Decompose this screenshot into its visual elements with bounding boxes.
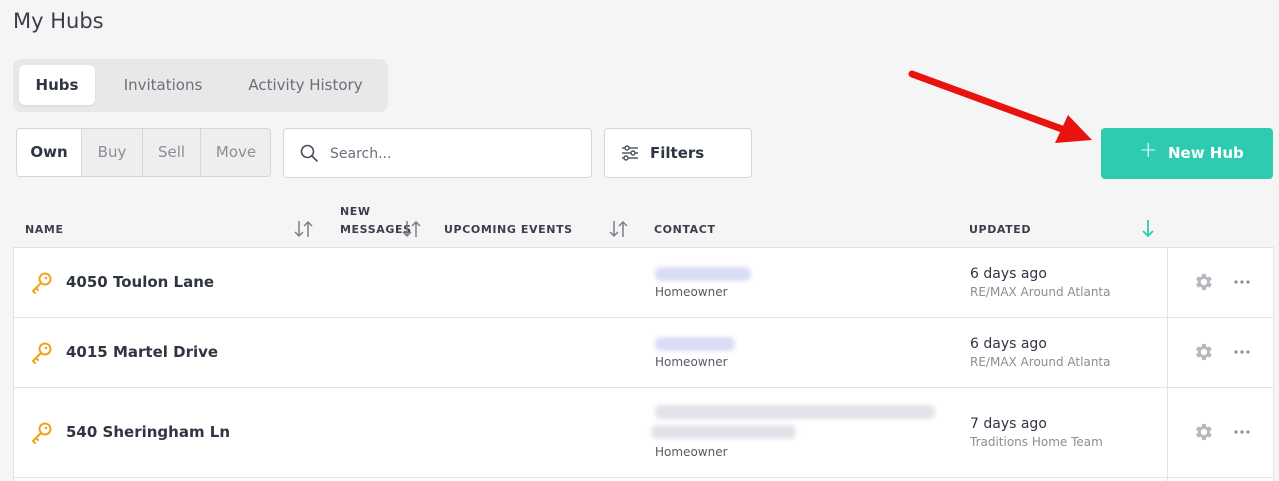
updated-time: 6 days ago	[970, 266, 1047, 282]
contact-role: Homeowner	[655, 355, 728, 369]
segment-sell[interactable]: Sell	[143, 129, 201, 176]
sort-name-icon[interactable]	[293, 219, 315, 239]
more-options-icon[interactable]	[1232, 349, 1252, 355]
column-header-name: NAME	[25, 223, 64, 236]
sort-new-messages-icon[interactable]	[401, 219, 423, 239]
ownership-segmented-control: Own Buy Sell Move	[16, 128, 271, 177]
updated-time: 6 days ago	[970, 336, 1047, 352]
sort-upcoming-events-icon[interactable]	[608, 219, 630, 239]
segment-buy[interactable]: Buy	[82, 129, 143, 176]
contact-name-redacted	[655, 337, 735, 351]
sort-updated-desc-icon[interactable]	[1137, 219, 1159, 239]
column-header-contact: CONTACT	[654, 223, 716, 236]
contact-name-redacted	[651, 425, 796, 439]
plus-icon: +	[1139, 138, 1158, 163]
sliders-icon	[622, 145, 638, 161]
gear-icon[interactable]	[1192, 271, 1214, 293]
hub-name[interactable]: 4050 Toulon Lane	[66, 273, 214, 291]
segment-own[interactable]: Own	[17, 129, 82, 176]
column-header-new-line1: NEW	[340, 205, 371, 218]
column-header-updated: UPDATED	[969, 223, 1032, 236]
more-options-icon[interactable]	[1232, 279, 1252, 285]
annotation-arrow-icon	[908, 70, 1092, 143]
hub-name[interactable]: 4015 Martel Drive	[66, 343, 218, 361]
tab-invitations[interactable]: Invitations	[113, 65, 213, 105]
contact-role: Homeowner	[655, 285, 728, 299]
new-hub-label: New Hub	[1168, 144, 1244, 162]
contact-role: Homeowner	[655, 445, 728, 459]
agency-name: RE/MAX Around Atlanta	[970, 285, 1111, 299]
gear-icon[interactable]	[1192, 421, 1214, 443]
table-row[interactable]: 4050 Toulon Lane Homeowner 6 days ago RE…	[14, 248, 1273, 318]
tab-hubs[interactable]: Hubs	[19, 65, 95, 105]
table-row[interactable]: 540 Sheringham Ln Homeowner 7 days ago T…	[14, 388, 1273, 478]
contact-name-redacted	[655, 267, 751, 281]
tab-activity-history[interactable]: Activity History	[238, 65, 373, 105]
more-options-icon[interactable]	[1232, 429, 1252, 435]
table-row[interactable]: 4015 Martel Drive Homeowner 6 days ago R…	[14, 318, 1273, 388]
tab-bar: Hubs Invitations Activity History	[13, 59, 388, 112]
gear-icon[interactable]	[1192, 341, 1214, 363]
search-icon	[300, 144, 318, 162]
column-header-upcoming-events: UPCOMING EVENTS	[444, 223, 573, 236]
filters-label: Filters	[650, 144, 705, 162]
contact-name-redacted	[655, 405, 935, 419]
key-icon	[32, 422, 52, 444]
search-input[interactable]	[330, 141, 580, 167]
key-icon	[32, 342, 52, 364]
page-title: My Hubs	[13, 9, 104, 33]
agency-name: RE/MAX Around Atlanta	[970, 355, 1111, 369]
segment-move[interactable]: Move	[201, 129, 270, 176]
hubs-table: 4050 Toulon Lane Homeowner 6 days ago RE…	[13, 247, 1274, 481]
filters-button[interactable]: Filters	[604, 128, 752, 178]
agency-name: Traditions Home Team	[970, 435, 1103, 449]
key-icon	[32, 272, 52, 294]
hub-name[interactable]: 540 Sheringham Ln	[66, 423, 230, 441]
updated-time: 7 days ago	[970, 416, 1047, 432]
search-box	[283, 128, 592, 178]
new-hub-button[interactable]: + New Hub	[1101, 128, 1273, 179]
